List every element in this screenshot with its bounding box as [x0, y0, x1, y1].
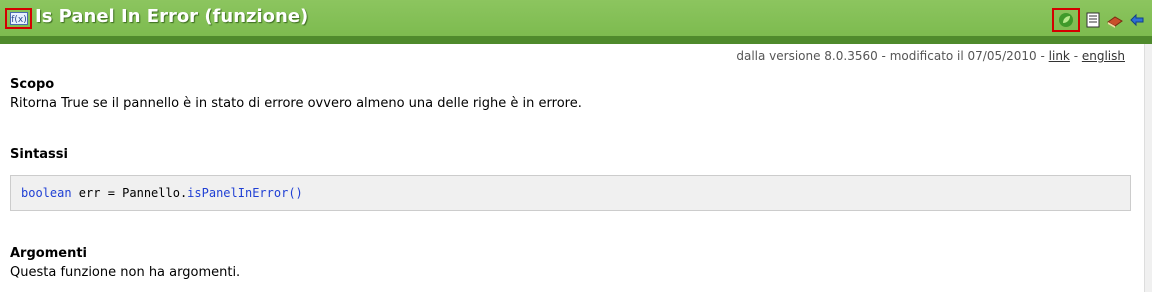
scopo-heading: Scopo: [10, 77, 55, 92]
code-keyword: boolean: [21, 186, 72, 200]
svg-text:f(x): f(x): [11, 15, 27, 25]
code-function: isPanelInError(): [187, 186, 303, 200]
page-title: Is Panel In Error (funzione): [35, 6, 309, 27]
meta-separator: -: [1069, 49, 1082, 63]
scopo-text: Ritorna True se il pannello è in stato d…: [10, 96, 582, 111]
version-meta: dalla versione 8.0.3560 - modificato il …: [736, 49, 1125, 63]
sintassi-heading: Sintassi: [10, 147, 68, 162]
argomenti-heading: Argomenti: [10, 246, 87, 261]
leaf-icon[interactable]: [1052, 8, 1080, 32]
content-area: dalla versione 8.0.3560 - modificato il …: [0, 44, 1145, 292]
header-toolbar: [1052, 8, 1146, 32]
page-header: f(x) Is Panel In Error (funzione): [0, 0, 1152, 44]
back-arrow-icon[interactable]: [1128, 11, 1146, 29]
argomenti-text: Questa funzione non ha argomenti.: [10, 265, 241, 280]
book-icon[interactable]: [1106, 11, 1124, 29]
code-middle: err = Pannello.: [71, 186, 188, 200]
link-link[interactable]: link: [1049, 49, 1070, 63]
version-text: dalla versione 8.0.3560 - modificato il …: [736, 49, 1049, 63]
scrollbar[interactable]: [1144, 44, 1152, 292]
function-doc-icon[interactable]: f(x): [5, 8, 32, 29]
list-icon[interactable]: [1084, 11, 1102, 29]
code-block: boolean err = Pannello.isPanelInError(): [10, 175, 1131, 211]
english-link[interactable]: english: [1082, 49, 1125, 63]
